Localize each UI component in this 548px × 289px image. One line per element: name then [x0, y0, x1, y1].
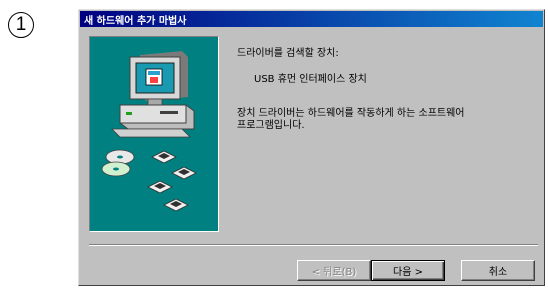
add-hardware-wizard-dialog: 새 하드웨어 추가 마법사 드라이버를 검색할 장치: USB 휴먼 인터페이스… [78, 9, 545, 286]
window-title: 새 하드웨어 추가 마법사 [84, 16, 187, 27]
driver-description: 장치 드라이버는 하드웨어를 작동하게 하는 소프트웨어 프로그램입니다. [237, 108, 465, 132]
back-button[interactable]: < 뒤로(B) [297, 260, 371, 281]
cd-icon [101, 149, 135, 177]
next-button[interactable]: 다음 > [371, 260, 445, 281]
floppy-disk-icon [147, 150, 197, 212]
step-number-marker: 1 [8, 12, 34, 38]
driver-description-line-1: 장치 드라이버는 하드웨어를 작동하게 하는 소프트웨어 [237, 108, 465, 119]
title-bar[interactable]: 새 하드웨어 추가 마법사 [80, 11, 543, 27]
wizard-illustration [89, 36, 219, 232]
driver-description-line-2: 프로그램입니다. [237, 120, 305, 131]
computer-icon [111, 51, 195, 138]
search-device-label: 드라이버를 검색할 장치: [237, 48, 339, 59]
button-separator [89, 244, 538, 246]
device-name: USB 휴먼 인터페이스 장치 [254, 74, 367, 85]
cancel-button[interactable]: 취소 [461, 260, 535, 281]
